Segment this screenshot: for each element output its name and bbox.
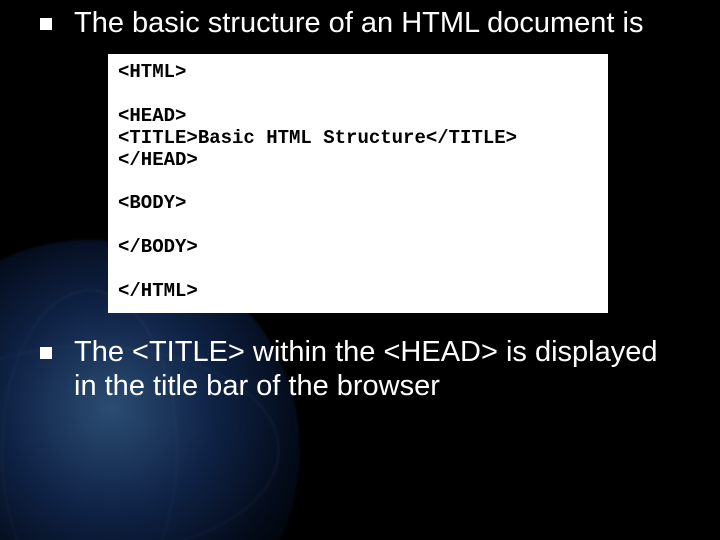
code-line: <BODY> [118, 192, 186, 214]
code-line: </BODY> [118, 236, 198, 258]
code-line: </HTML> [118, 280, 198, 302]
slide-content: The basic structure of an HTML document … [0, 0, 720, 403]
code-line: <TITLE>Basic HTML Structure</TITLE> [118, 127, 517, 149]
bullet-item-1: The basic structure of an HTML document … [40, 6, 680, 40]
code-line: <HTML> [118, 61, 186, 83]
code-example-box: <HTML> <HEAD> <TITLE>Basic HTML Structur… [108, 54, 608, 312]
bullet-text: The <TITLE> within the <HEAD> is display… [74, 336, 658, 402]
bullet-item-2: The <TITLE> within the <HEAD> is display… [40, 335, 680, 403]
code-line: <HEAD> [118, 105, 186, 127]
bullet-square-icon [40, 18, 52, 30]
slide: The basic structure of an HTML document … [0, 0, 720, 540]
bullet-text: The basic structure of an HTML document … [74, 7, 644, 39]
bullet-square-icon [40, 347, 52, 359]
bullet-list: The basic structure of an HTML document … [40, 6, 680, 40]
code-line: </HEAD> [118, 149, 198, 171]
bullet-list-2: The <TITLE> within the <HEAD> is display… [40, 335, 680, 403]
